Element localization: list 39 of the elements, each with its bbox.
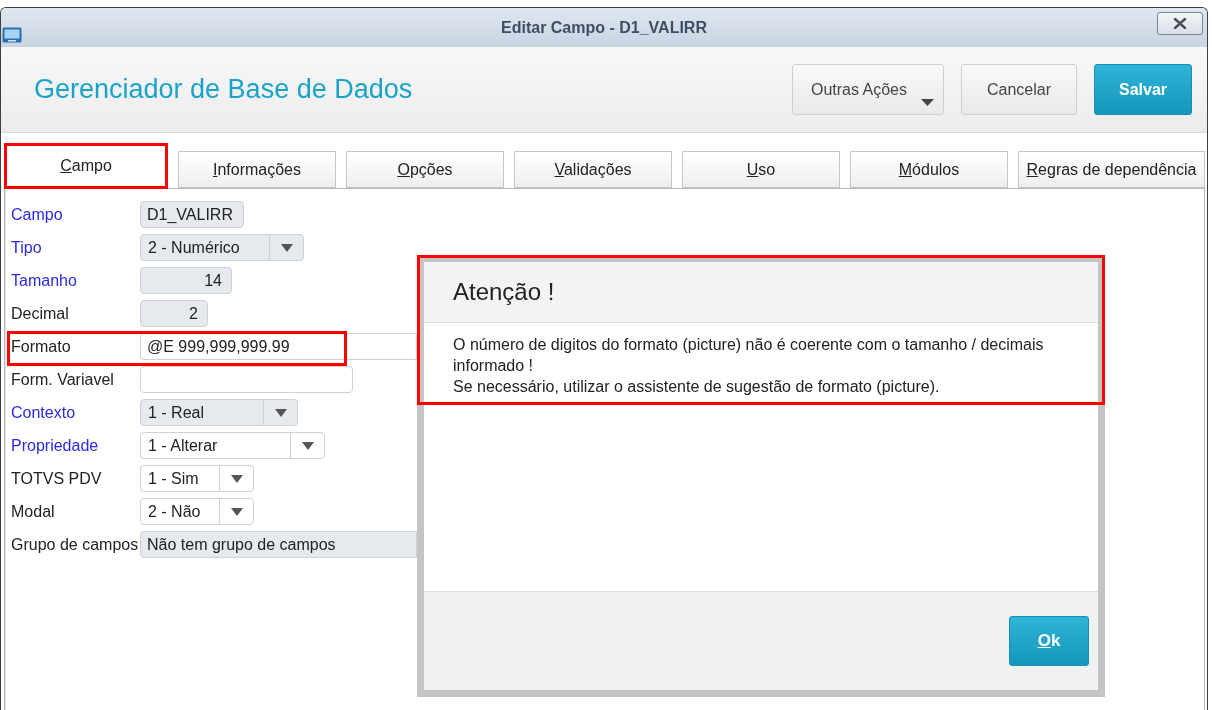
tab[interactable]: Campo bbox=[4, 143, 168, 189]
caret-icon bbox=[230, 474, 243, 483]
field-label: Form. Variavel bbox=[11, 370, 115, 389]
dropdown-field[interactable]: 1 - Sim bbox=[140, 465, 254, 492]
cancel-button[interactable]: Cancelar bbox=[961, 64, 1077, 115]
close-icon bbox=[1173, 18, 1187, 29]
tab[interactable]: Regras de dependência bbox=[1018, 151, 1205, 188]
tab[interactable]: Módulos bbox=[850, 151, 1008, 188]
input-field[interactable] bbox=[140, 366, 353, 393]
field-label: Tipo bbox=[11, 238, 43, 257]
caret-icon bbox=[301, 441, 314, 450]
field-label: Grupo de campos bbox=[11, 535, 140, 554]
app-title: Gerenciador de Base de Dados bbox=[34, 74, 413, 105]
caret-icon bbox=[280, 243, 293, 252]
field-label: Campo bbox=[11, 205, 64, 224]
close-button[interactable] bbox=[1157, 12, 1203, 35]
window-title: Editar Campo - D1_VALIRR bbox=[501, 18, 707, 37]
caret-icon bbox=[230, 507, 243, 516]
tab[interactable]: Opções bbox=[346, 151, 504, 188]
field-label: Tamanho bbox=[11, 271, 78, 290]
field-label: Decimal bbox=[11, 304, 70, 323]
field-label: Modal bbox=[11, 502, 56, 521]
caret-icon bbox=[274, 408, 287, 417]
caret-icon bbox=[921, 99, 934, 106]
tab[interactable]: Uso bbox=[682, 151, 840, 188]
field-label: Contexto bbox=[11, 403, 77, 422]
dropdown-field[interactable]: 2 - Não bbox=[140, 498, 254, 525]
actions-menu-button[interactable]: Outras Ações bbox=[792, 64, 944, 115]
dialog-title: Atenção ! bbox=[453, 278, 555, 306]
tab[interactable]: Informações bbox=[178, 151, 336, 188]
field-label: Formato bbox=[11, 337, 72, 356]
input-field[interactable]: @E 999,999,999.99 bbox=[140, 333, 417, 360]
field-label: Propriedade bbox=[11, 436, 100, 455]
window-icon bbox=[2, 27, 22, 43]
tab[interactable]: Validações bbox=[514, 151, 672, 188]
dropdown-field[interactable]: 1 - Alterar bbox=[140, 432, 325, 459]
field-label: TOTVS PDV bbox=[11, 469, 103, 488]
dialog-message: Se necessário, utilizar o assistente de sugestão de formato (picture). bbox=[453, 377, 941, 397]
dialog-message: O número de digitos do formato (picture) não é coerente com o tamanho / decimais informado ! bbox=[453, 335, 1045, 376]
